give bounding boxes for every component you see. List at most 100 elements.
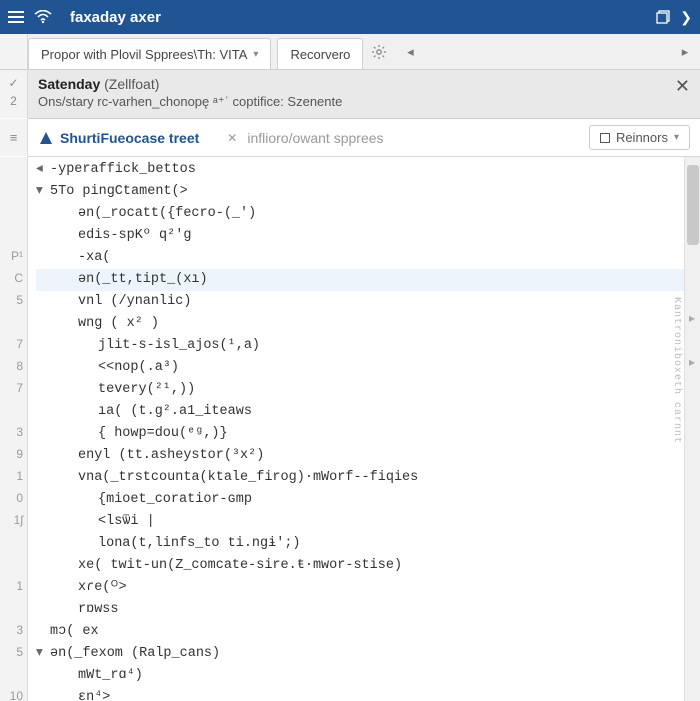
code-editor: P¹C578739101ʃ13510 Kantroniboxeth carnnt… [0, 157, 700, 701]
gutter-line: 10 [0, 685, 23, 701]
gutter-line [0, 597, 23, 619]
code-line[interactable]: tevery(²¹,)) [36, 379, 700, 401]
scroll-thumb[interactable] [687, 165, 699, 245]
code-text: ən(_rocatt({fecro-(_') [78, 203, 256, 225]
gutter-line: 9 [0, 443, 23, 465]
code-text: mWt_rɑ⁴) [78, 665, 143, 687]
subtab-row: ≡ ShurtiFueocase treet ✕ inflioro/owant … [28, 119, 700, 157]
code-text: vnl (/ynanlic) [78, 291, 191, 313]
dropdown-label: Reinnors [616, 130, 668, 145]
code-line[interactable]: { howp=dou(ᵉᵍ,)} [36, 423, 700, 445]
menu-icon[interactable] [8, 11, 24, 23]
gutter-line: 3 [0, 421, 23, 443]
gutter-line: 1 [0, 465, 23, 487]
code-text: 5To pingCtament(> [50, 181, 188, 203]
tab-secondary[interactable]: Recorvero [277, 38, 363, 69]
code-line[interactable]: ▾5To pingCtament(> [36, 181, 700, 203]
gutter-number: 2 [10, 94, 17, 108]
tab-label: Recorvero [290, 47, 350, 62]
chevron-right-icon[interactable]: ❯ [680, 9, 692, 26]
gutter-line [0, 311, 23, 333]
editor-gutter: P¹C578739101ʃ13510 [0, 157, 28, 701]
app-title: faxaday axer [70, 9, 161, 26]
code-line[interactable]: edis-spKº q²'g [36, 225, 700, 247]
gutter-line: 1 [0, 575, 23, 597]
nav-forward-icon[interactable]: ▸ [670, 34, 700, 69]
row-marker-icon[interactable]: ▸ [684, 355, 700, 370]
code-text: vna(_trstcounta(ktale_firog)·mWorf--fiqi… [78, 467, 418, 489]
code-line[interactable]: xe( twit-un(Z_comcate-sire.ŧ·mwor-stise) [36, 555, 700, 577]
nav-back-icon[interactable]: ◂ [395, 34, 425, 69]
fold-toggle-icon[interactable]: ▾ [36, 643, 48, 665]
window-restore-icon[interactable] [656, 10, 670, 24]
gutter-line: 7 [0, 333, 23, 355]
code-line[interactable]: ɛn⁴> [36, 687, 700, 701]
gutter-line [0, 531, 23, 553]
gutter-line: 0 [0, 487, 23, 509]
fold-toggle-icon[interactable]: ◂ [36, 159, 48, 181]
gutter-line [0, 223, 23, 245]
code-line[interactable]: xɾe(ᴼ> [36, 577, 700, 599]
tab-label: Propor with Plovil Spprees\Th: VITA [41, 47, 247, 62]
close-icon[interactable]: ✕ [675, 76, 690, 97]
row-marker-icon[interactable]: ▸ [684, 311, 700, 326]
gutter-line: 7 [0, 377, 23, 399]
chevron-down-icon[interactable]: ▾ [253, 49, 258, 60]
code-line[interactable]: wng ( x² ) [36, 313, 700, 335]
code-text: <<nop(.a³) [98, 357, 179, 379]
reinnors-dropdown[interactable]: Reinnors ▾ [589, 125, 690, 150]
tab-primary[interactable]: Propor with Plovil Spprees\Th: VITA ▾ [28, 38, 271, 69]
subtab-inactive[interactable]: ✕ inflioro/owant spprees [219, 130, 391, 146]
wifi-icon [34, 10, 52, 24]
code-line[interactable]: enyl (tt.asheystor(³x²) [36, 445, 700, 467]
code-line[interactable]: {mioet_coratior-ɢmp [36, 489, 700, 511]
code-text: -yperaffick_bettos [50, 159, 196, 181]
code-text: ɛn⁴> [78, 687, 110, 701]
code-text: { howp=dou(ᵉᵍ,)} [98, 423, 228, 445]
gutter-line [0, 553, 23, 575]
gutter-line: P¹ [0, 245, 23, 267]
code-line[interactable]: ən(_tt,tipt_(xı) [36, 269, 700, 291]
gutter-line [0, 201, 23, 223]
code-text: ən(_fexom (Ralp_cans) [50, 643, 220, 665]
code-line[interactable]: vnl (/ynanlic) [36, 291, 700, 313]
code-line[interactable]: <<nop(.a³) [36, 357, 700, 379]
code-line[interactable]: rɒwss [36, 599, 700, 621]
code-line[interactable]: ▾ən(_fexom (Ralp_cans) [36, 643, 700, 665]
code-text: tevery(²¹,)) [98, 379, 195, 401]
list-icon[interactable]: ≡ [10, 130, 18, 145]
settings-gear-icon[interactable] [363, 34, 395, 69]
code-line[interactable]: <lsѿi | [36, 511, 700, 533]
code-text: xɾe(ᴼ> [78, 577, 127, 599]
fold-toggle-icon[interactable]: ▾ [36, 181, 48, 203]
gutter-line: 1ʃ [0, 509, 23, 531]
code-line[interactable]: mɔ( ex [36, 621, 700, 643]
code-line[interactable]: -xa( [36, 247, 700, 269]
code-text: <lsѿi | [98, 511, 155, 533]
gutter-line: 5 [0, 289, 23, 311]
gutter-line [0, 157, 23, 179]
code-line[interactable]: mWt_rɑ⁴) [36, 665, 700, 687]
editor-body[interactable]: Kantroniboxeth carnnt ◂-yperaffick_betto… [28, 157, 700, 701]
scrollbar-vertical[interactable] [684, 157, 700, 701]
code-line[interactable]: vna(_trstcounta(ktale_firog)·mWorf--fiqi… [36, 467, 700, 489]
code-line[interactable]: ◂-yperaffick_bettos [36, 159, 700, 181]
status-subtitle: Ons/stary rc-varhen_chonopę ᵃ⁺ˈ coptific… [38, 94, 690, 110]
code-line[interactable]: ən(_rocatt({fecro-(_') [36, 203, 700, 225]
code-text: {mioet_coratior-ɢmp [98, 489, 252, 511]
subtab-active[interactable]: ShurtiFueocase treet [32, 130, 207, 146]
code-text: -xa( [78, 247, 110, 269]
status-title: Satenday [38, 76, 100, 92]
code-text: mɔ( ex [50, 621, 99, 643]
close-small-icon[interactable]: ✕ [227, 131, 237, 145]
tabs-row: Propor with Plovil Spprees\Th: VITA ▾ Re… [0, 34, 700, 70]
gutter-line: C [0, 267, 23, 289]
status-header: ✓ 2 Satenday (Zellfoat) Ons/stary rc-var… [28, 70, 700, 119]
chevron-down-icon: ▾ [674, 132, 679, 143]
gutter-line: 5 [0, 641, 23, 663]
code-text: wng ( x² ) [78, 313, 159, 335]
code-line[interactable]: lona(t,linfs_to ti.ngɨ';) [36, 533, 700, 555]
code-line[interactable]: ıa( (t.g².a1_iteaws [36, 401, 700, 423]
gutter-line [0, 179, 23, 201]
code-line[interactable]: jlit-s-isl_ajos(¹,a) [36, 335, 700, 357]
